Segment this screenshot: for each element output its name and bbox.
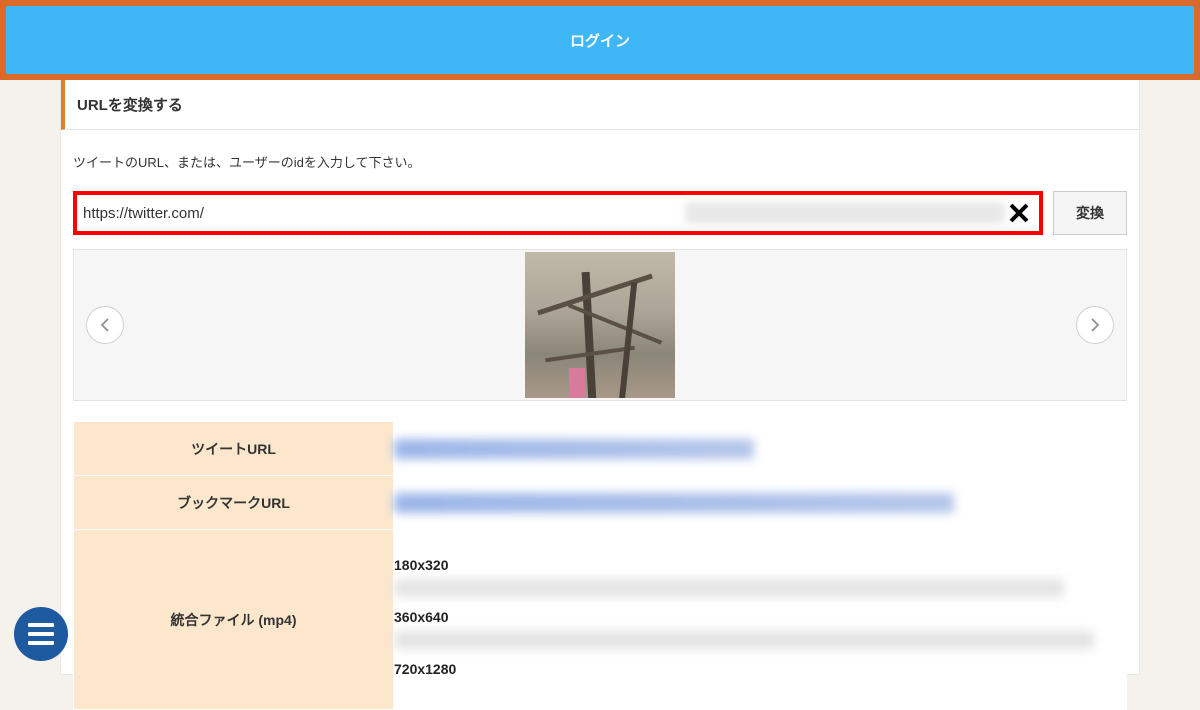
chevron-left-icon — [99, 317, 111, 333]
merged-file-value: 180x320 360x640 720x1280 — [394, 530, 1127, 710]
video-thumbnail[interactable] — [525, 252, 675, 398]
preview-carousel — [73, 249, 1127, 401]
table-row: ブックマークURL — [74, 476, 1127, 530]
chevron-right-icon — [1089, 317, 1101, 333]
redacted-link[interactable] — [394, 493, 954, 513]
section-title: URLを変換する — [61, 80, 1139, 130]
carousel-prev-button[interactable] — [86, 306, 124, 344]
redacted-link[interactable] — [394, 579, 1064, 597]
result-table: ツイートURL ブックマークURL 統合ファイル (mp4) 180x320 3… — [73, 421, 1127, 710]
url-input-row: 変換 — [61, 191, 1139, 249]
tweet-url-label: ツイートURL — [74, 422, 394, 476]
redacted-url-part — [685, 202, 1005, 224]
close-icon — [1008, 202, 1030, 224]
login-button[interactable]: ログイン — [6, 6, 1194, 74]
table-row: ツイートURL — [74, 422, 1127, 476]
url-input[interactable] — [77, 197, 685, 230]
main-panel: URLを変換する ツイートのURL、または、ユーザーのidを入力して下さい。 変… — [60, 80, 1140, 675]
hamburger-icon — [28, 623, 54, 627]
instruction-text: ツイートのURL、または、ユーザーのidを入力して下さい。 — [61, 130, 1139, 191]
bookmark-url-value — [394, 476, 1127, 530]
menu-fab-button[interactable] — [14, 607, 68, 661]
tweet-url-value — [394, 422, 1127, 476]
bookmark-url-label: ブックマークURL — [74, 476, 394, 530]
url-input-highlight — [73, 191, 1043, 235]
redacted-link[interactable] — [394, 631, 1094, 649]
header-highlight: ログイン — [0, 0, 1200, 80]
redacted-link[interactable] — [394, 439, 754, 459]
clear-input-button[interactable] — [1005, 199, 1033, 227]
resolution-label: 720x1280 — [394, 661, 1126, 677]
table-row: 統合ファイル (mp4) 180x320 360x640 720x1280 — [74, 530, 1127, 710]
convert-button[interactable]: 変換 — [1053, 191, 1127, 235]
resolution-label: 180x320 — [394, 557, 1126, 573]
merged-file-label: 統合ファイル (mp4) — [74, 530, 394, 710]
carousel-next-button[interactable] — [1076, 306, 1114, 344]
resolution-label: 360x640 — [394, 609, 1126, 625]
login-label: ログイン — [570, 30, 630, 51]
